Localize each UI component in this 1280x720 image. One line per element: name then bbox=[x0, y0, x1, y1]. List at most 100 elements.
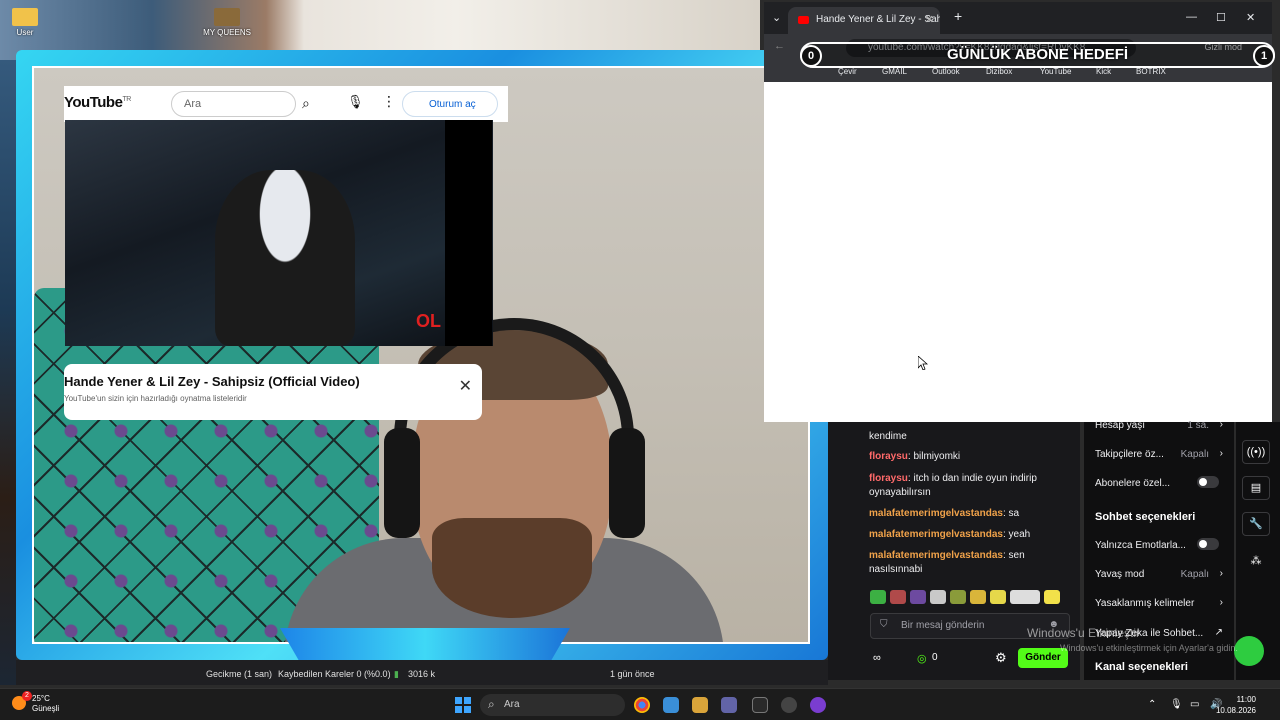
obs-icon[interactable] bbox=[781, 697, 797, 713]
headset-right-earcup bbox=[609, 428, 645, 538]
weather-widget[interactable]: 2 25°C Güneşli bbox=[12, 691, 60, 714]
close-icon[interactable]: ✕ bbox=[459, 376, 472, 396]
minimize-button[interactable]: — bbox=[1186, 11, 1197, 23]
windows-activation-title: Windows'u Etkinleştir bbox=[1027, 626, 1140, 640]
chat-username[interactable]: floraysu bbox=[869, 473, 908, 484]
bookmark-youtube[interactable]: YouTube bbox=[1040, 67, 1071, 76]
microphone-icon[interactable]: 🎙 bbox=[1170, 699, 1183, 710]
more-vert-icon[interactable]: ⋮ bbox=[382, 93, 396, 110]
maximize-button[interactable]: ☐ bbox=[1216, 11, 1226, 24]
chat-message: kendime bbox=[869, 431, 907, 442]
weather-description: Güneşli bbox=[32, 704, 60, 713]
search-icon: ⌕ bbox=[488, 697, 495, 711]
bookmark-dizibox[interactable]: Dizibox bbox=[986, 67, 1012, 76]
bookmark-botrix[interactable]: BOTRIX bbox=[1136, 67, 1166, 76]
taskbar-search-input[interactable]: ⌕ Ara bbox=[480, 694, 625, 716]
app-icon[interactable] bbox=[810, 697, 826, 713]
microphone-icon[interactable]: 🎙 bbox=[347, 94, 364, 110]
person-beard bbox=[432, 518, 592, 618]
close-tab-icon[interactable]: ✕ bbox=[925, 13, 934, 26]
setting-subscribers-only[interactable]: Abonelere özel... bbox=[1095, 476, 1223, 489]
layout-icon[interactable]: ▤ bbox=[1242, 476, 1270, 500]
youtube-logo[interactable]: YouTubeTR bbox=[64, 94, 131, 111]
emote-icon[interactable] bbox=[910, 590, 926, 604]
signin-button[interactable]: Oturum aç bbox=[402, 91, 498, 117]
obs-bitrate: 3016 k bbox=[408, 669, 436, 679]
youtube-video-player[interactable]: OL bbox=[65, 120, 493, 346]
epic-games-icon[interactable] bbox=[752, 697, 768, 713]
subscriber-goal-bar: 0 GÜNLÜK ABONE HEDEFİ 1 bbox=[800, 42, 1275, 68]
emote-icon[interactable] bbox=[970, 590, 986, 604]
setting-emotes-only[interactable]: Yalnızca Emotlarla... bbox=[1095, 538, 1223, 551]
emote-icon[interactable] bbox=[990, 590, 1006, 604]
emote-icon[interactable] bbox=[930, 590, 946, 604]
support-chat-icon[interactable] bbox=[1234, 636, 1264, 666]
system-clock[interactable]: 11:00 10.08.2026 bbox=[1216, 694, 1256, 716]
back-arrow-icon[interactable]: ← bbox=[774, 40, 785, 52]
obs-status-bar: Gecikme (1 san) Kaybedilen Kareler 0 (%0… bbox=[16, 660, 828, 685]
video-subject bbox=[215, 170, 355, 346]
emote-bar bbox=[870, 590, 1070, 608]
mail-icon[interactable] bbox=[663, 697, 679, 713]
gear-icon[interactable]: ⚙ bbox=[995, 650, 1007, 666]
display-icon[interactable]: ▭ bbox=[1190, 699, 1199, 710]
chevron-right-icon: › bbox=[1219, 419, 1223, 430]
desktop-icon-label: MY QUEENS bbox=[203, 28, 251, 37]
youtube-header: YouTubeTR Ara ⌕ 🎙 ⋮ Oturum aç bbox=[64, 86, 508, 122]
chat-message: floraysu: bilmiyomki bbox=[869, 451, 961, 462]
external-link-icon: ↗ bbox=[1214, 627, 1223, 638]
youtube-search-input[interactable]: Ara bbox=[171, 91, 296, 117]
chat-message: malafatemerimgelvastandas: yeah bbox=[869, 529, 1031, 540]
desktop-icon-my-queens[interactable]: MY QUEENS bbox=[202, 8, 252, 37]
chat-username[interactable]: malafatemerimgelvastandas bbox=[869, 550, 1003, 561]
bookmark-outlook[interactable]: Outlook bbox=[932, 67, 960, 76]
close-window-button[interactable]: ✕ bbox=[1246, 11, 1255, 24]
tab-search-icon[interactable]: ⌄ bbox=[772, 11, 781, 24]
setting-banned-words[interactable]: Yasaklanmış kelimeler › bbox=[1095, 597, 1223, 609]
tab-youtube[interactable]: Hande Yener & Lil Zey - Sah ✕ bbox=[788, 7, 940, 34]
emote-icon[interactable] bbox=[870, 590, 886, 604]
mouse-cursor-icon bbox=[918, 356, 928, 370]
new-tab-button[interactable]: + bbox=[954, 8, 962, 24]
video-title[interactable]: Hande Yener & Lil Zey - Sahipsiz (Offici… bbox=[64, 374, 360, 389]
chat-username[interactable]: malafatemerimgelvastandas bbox=[869, 529, 1003, 540]
emote-icon[interactable] bbox=[950, 590, 966, 604]
teams-icon[interactable] bbox=[721, 697, 737, 713]
emote-icon[interactable] bbox=[1010, 590, 1040, 604]
wrench-icon[interactable]: 🔧 bbox=[1242, 512, 1270, 536]
chat-message: malafatemerimgelvastandas: sa bbox=[869, 508, 1020, 519]
points-icon[interactable]: ◎ bbox=[917, 652, 927, 665]
toggle-switch[interactable] bbox=[1197, 538, 1219, 550]
toggle-switch[interactable] bbox=[1197, 476, 1219, 488]
chevron-right-icon: › bbox=[1219, 597, 1223, 608]
bookmark-kick[interactable]: Kick bbox=[1096, 67, 1111, 76]
chevron-up-icon[interactable]: ⌃ bbox=[1148, 699, 1156, 710]
chevron-right-icon: › bbox=[1219, 568, 1223, 579]
goal-target: 1 bbox=[1253, 45, 1275, 67]
broadcast-icon[interactable]: ((•)) bbox=[1242, 440, 1270, 464]
desktop-wallpaper-left bbox=[0, 60, 16, 685]
setting-account-age[interactable]: Hesap yaşı 1 sa. › bbox=[1095, 419, 1223, 431]
windows-start-icon[interactable] bbox=[455, 697, 471, 713]
share-icon[interactable]: ⁂ bbox=[1242, 550, 1270, 574]
setting-followers-only[interactable]: Takipçilere öz... Kapalı › bbox=[1095, 448, 1223, 460]
bookmark-gmail[interactable]: GMAIL bbox=[882, 67, 907, 76]
tab-strip: ⌄ Hande Yener & Lil Zey - Sah ✕ + — ☐ ✕ bbox=[764, 2, 1272, 34]
video-channel-badge: OL bbox=[416, 311, 441, 331]
file-explorer-icon[interactable] bbox=[692, 697, 708, 713]
search-icon[interactable]: ⌕ bbox=[302, 95, 310, 112]
obs-delay: Gecikme (1 san) bbox=[206, 669, 273, 679]
chevron-right-icon: › bbox=[1219, 448, 1223, 459]
chat-username[interactable]: floraysu bbox=[869, 451, 908, 462]
infinity-icon[interactable]: ∞ bbox=[873, 652, 881, 664]
chrome-icon[interactable] bbox=[634, 697, 650, 713]
emote-icon[interactable] bbox=[1044, 590, 1060, 604]
folder-icon bbox=[214, 8, 240, 26]
chat-username[interactable]: malafatemerimgelvastandas bbox=[869, 508, 1003, 519]
bookmark-ceviri[interactable]: Çevir bbox=[838, 67, 857, 76]
chat-message: floraysu: itch io dan indie oyun indirip… bbox=[869, 473, 1037, 498]
setting-slow-mode[interactable]: Yavaş mod Kapalı › bbox=[1095, 568, 1223, 580]
desktop-icon-user[interactable]: User bbox=[10, 8, 40, 37]
emote-icon[interactable] bbox=[890, 590, 906, 604]
goal-title: GÜNLÜK ABONE HEDEFİ bbox=[946, 46, 1129, 63]
